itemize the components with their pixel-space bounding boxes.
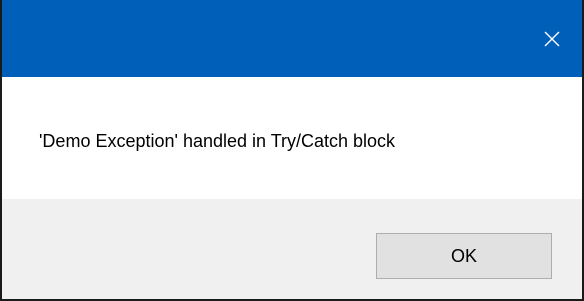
close-icon bbox=[542, 29, 562, 49]
title-bar[interactable] bbox=[2, 0, 582, 77]
close-button[interactable] bbox=[522, 0, 582, 77]
button-bar: OK bbox=[2, 199, 582, 299]
ok-button[interactable]: OK bbox=[376, 233, 552, 279]
message-text: 'Demo Exception' handled in Try/Catch bl… bbox=[39, 131, 396, 151]
message-area: 'Demo Exception' handled in Try/Catch bl… bbox=[2, 77, 582, 199]
message-box-dialog: 'Demo Exception' handled in Try/Catch bl… bbox=[0, 0, 584, 301]
